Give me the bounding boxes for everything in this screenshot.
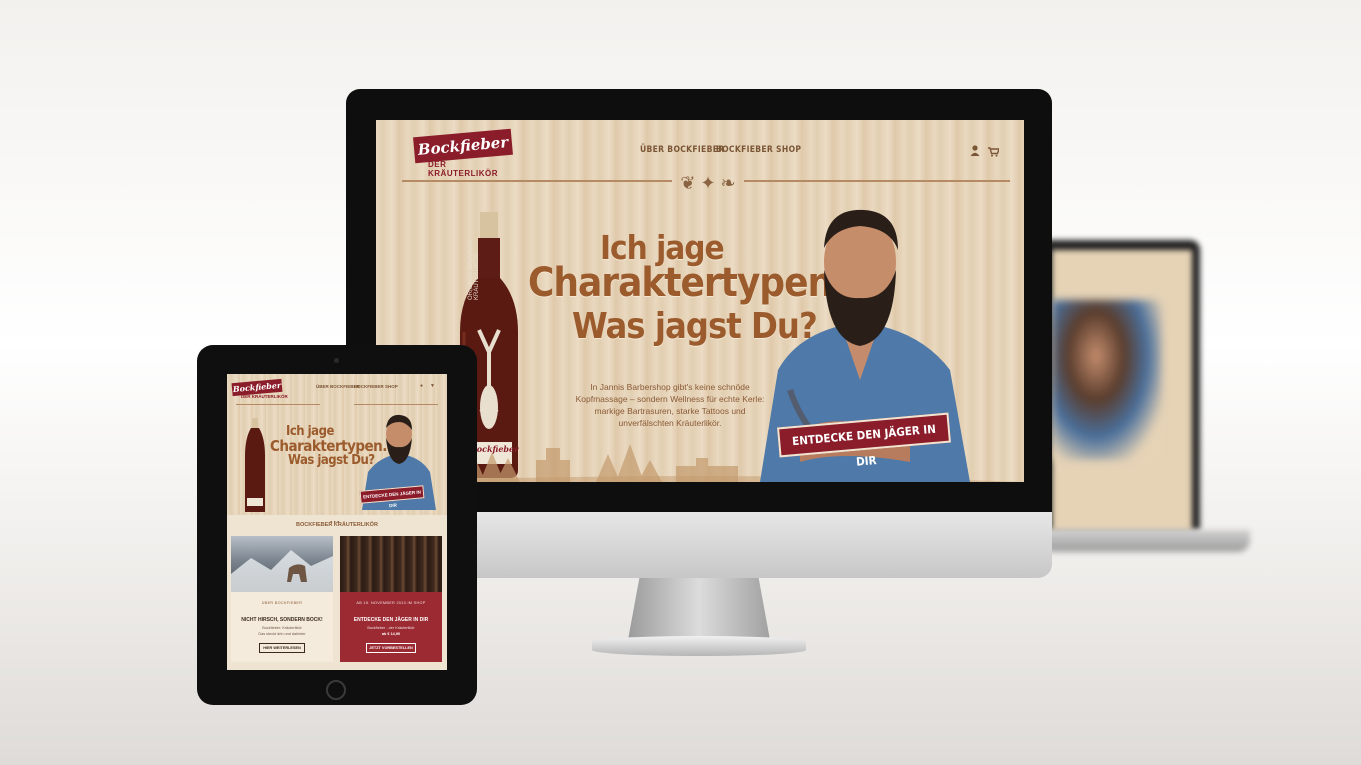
hero-body-line: markige Bartrasuren, starke Tattoos und	[594, 406, 746, 416]
laptop-base	[1040, 530, 1250, 552]
laptop-hero-photo	[1052, 300, 1162, 460]
tablet-read-more-button[interactable]: HIER WEITERLESEN	[259, 643, 305, 653]
tablet-card-about-text-1: Bockfieber: Kräuterlikör	[262, 626, 302, 630]
tablet-nav-link-shop[interactable]: BOCKFIEBER SHOP	[354, 384, 398, 389]
tablet-card-about-image	[231, 536, 333, 592]
tablet-card-shop-kicker: AB 15. NOVEMBER 2013 IM SHOP	[356, 601, 426, 605]
bottle-label: ORIGINAL BAVARIAN KRÄUTERLIKÖR	[468, 240, 480, 300]
tablet-header-divider-right	[354, 404, 438, 405]
tablet-card-shop-price: ab € 14,90	[381, 632, 401, 636]
tablet-card-shop-title: ENTDECKE DEN JÄGER IN DIR	[353, 617, 429, 623]
header-divider-right	[744, 180, 1010, 182]
tablet-brand-tagline: DER KRÄUTERLIKÖR	[241, 394, 288, 399]
tablet-card-shop-image	[340, 536, 442, 592]
nav-link-about[interactable]: ÜBER BOCKFIEBER	[640, 145, 724, 155]
header-divider-left	[402, 180, 672, 182]
hero-body-line: Kopfmassage – sondern Wellness für echte…	[575, 394, 765, 404]
user-icon[interactable]	[970, 143, 980, 156]
tablet-card-about-title: NICHT HIRSCH, SONDERN BOCK!	[241, 617, 323, 623]
tablet-card-about-text-2: Das steckt drin und dahinter	[258, 632, 306, 636]
tablet-camera	[334, 358, 339, 363]
imac-foot	[592, 636, 806, 656]
tablet-cart-icon[interactable]: ▼	[430, 383, 435, 389]
tablet-card-shop-text-1: Bockfieber - der Kräuterlikör	[367, 626, 415, 630]
imac-stand	[628, 578, 770, 640]
tablet-slider-dots[interactable]: ● ● ●	[330, 519, 339, 524]
tablet-preorder-button[interactable]: JETZT VORBESTELLEN	[366, 643, 416, 653]
hero-body-text: In Jannis Barbershop gibt's keine schnöd…	[560, 381, 780, 429]
tablet-card-about-kicker: ÜBER BOCKFIEBER	[261, 601, 303, 605]
brand-tagline: DER KRÄUTERLIKÖR	[428, 160, 498, 178]
ornament-icon: ❦ ✦ ❧	[680, 173, 736, 193]
tablet-user-icon[interactable]: ●	[420, 383, 423, 389]
tablet-home-button[interactable]	[326, 680, 346, 700]
hero-body-line: unverfälschten Kräuterlikör.	[618, 418, 722, 428]
cart-icon[interactable]	[988, 144, 1000, 157]
tablet-header-divider-left	[236, 404, 320, 405]
tablet-bottle-image	[244, 418, 266, 514]
nav-link-shop[interactable]: BOCKFIEBER SHOP	[716, 145, 801, 155]
hero-body-line: In Jannis Barbershop gibt's keine schnöd…	[590, 382, 750, 392]
